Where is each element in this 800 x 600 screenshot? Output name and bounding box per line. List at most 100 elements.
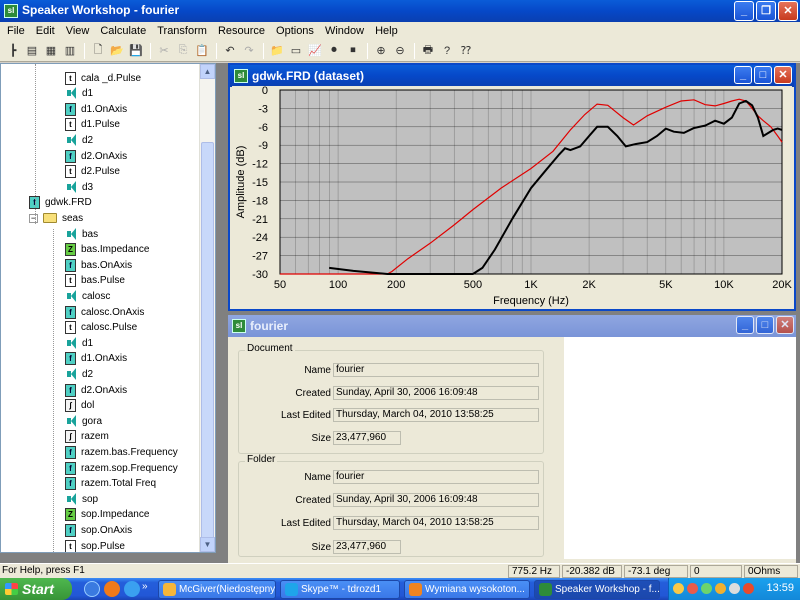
help-icon[interactable]: ? [438, 42, 456, 60]
paste-icon[interactable]: 📋 [193, 42, 211, 60]
open-resource-icon[interactable]: 📁 [268, 42, 286, 60]
save-icon[interactable]: 💾 [127, 42, 145, 60]
info-maximize-button[interactable]: □ [756, 316, 774, 334]
folder-name-field[interactable]: fourier [333, 470, 539, 484]
tree-item[interactable]: t cala _d.Pulse [65, 70, 141, 86]
zoom-in-icon[interactable]: ⊕ [372, 42, 390, 60]
graph-icon[interactable]: 📈 [306, 42, 324, 60]
info-window-title-bar[interactable]: sl fourier _ □ ✕ [228, 315, 796, 337]
info-window-icon[interactable]: sl [232, 319, 246, 333]
menu-window[interactable]: Window [320, 25, 370, 37]
frequency-chart[interactable]: 50 100 200 500 1K 2K 5K 10K 20K 0 -3 -6 -9 -12 -15 -18 -… [232, 85, 792, 308]
folder-edited-field[interactable]: Thursday, March 04, 2010 13:58:25 [333, 516, 539, 530]
print-icon[interactable]: 🖶 [419, 42, 437, 60]
task-skype[interactable]: Skype™ - tdrozd1 [280, 580, 400, 599]
tree-item[interactable]: t calosc.Pulse [65, 320, 137, 336]
tree-item[interactable]: d1 [65, 86, 93, 102]
tree-item[interactable]: f calosc.OnAxis [65, 304, 144, 320]
browser-quicklaunch-icon[interactable] [124, 581, 140, 597]
copy-icon[interactable]: ⎘ [174, 42, 192, 60]
app-title-bar[interactable]: sl Speaker Workshop - fourier _ ❐ ✕ [0, 0, 800, 22]
tree-item[interactable]: f bas.OnAxis [65, 257, 132, 273]
tree-item[interactable]: f razem.Total Freq [65, 476, 156, 492]
undo-icon[interactable]: ↶ [221, 42, 239, 60]
menu-calculate[interactable]: Calculate [95, 25, 152, 37]
tree-item[interactable]: Zsop.Impedance [65, 507, 149, 523]
menu-transform[interactable]: Transform [152, 25, 213, 37]
tree-item[interactable]: − seas [29, 210, 83, 226]
tree-item[interactable]: f sop.OnAxis [65, 522, 132, 538]
document-edited-field[interactable]: Thursday, March 04, 2010 13:58:25 [333, 408, 539, 422]
grid-view-icon[interactable]: ▥ [61, 42, 79, 60]
tree-item[interactable]: Zbas.Impedance [65, 242, 149, 258]
tree-item[interactable]: bas [65, 226, 98, 242]
tree-item[interactable]: calosc [65, 288, 110, 304]
tree-item[interactable]: t sop.Pulse [65, 538, 125, 552]
stop-icon[interactable]: ⏹ [344, 42, 362, 60]
start-button[interactable]: Start [0, 578, 72, 600]
scroll-down-arrow[interactable]: ▼ [200, 537, 215, 552]
tray-antivirus-icon[interactable] [687, 583, 698, 594]
collapse-icon[interactable]: − [29, 213, 38, 223]
tree-item[interactable]: t bas.Pulse [65, 273, 125, 289]
details-view-icon[interactable]: ▦ [42, 42, 60, 60]
document-created-field[interactable]: Sunday, April 30, 2006 16:09:48 [333, 386, 539, 400]
redo-icon[interactable]: ↷ [240, 42, 258, 60]
quicklaunch-more-icon[interactable]: » [142, 581, 150, 597]
tray-network-icon[interactable] [701, 583, 712, 594]
record-icon[interactable]: ⏺ [325, 42, 343, 60]
resource-tree[interactable]: t cala _d.Pulse d1 f d1.OnAxis t d1.Pulse d2 f d2… [0, 63, 216, 553]
tree-item[interactable]: f razem.sop.Frequency [65, 460, 178, 476]
chart-window-icon[interactable]: sl [234, 69, 248, 83]
tree-item[interactable]: f gdwk.FRD [29, 195, 92, 211]
tree-item[interactable]: ʃ dol [65, 398, 94, 414]
tree-item[interactable]: sop [65, 491, 98, 507]
tray-volume-icon[interactable] [729, 583, 740, 594]
chart-window-title-bar[interactable]: sl gdwk.FRD (dataset) _ □ ✕ [230, 65, 794, 87]
menu-resource[interactable]: Resource [213, 25, 271, 37]
tree-item[interactable]: gora [65, 413, 102, 429]
tray-skype-icon[interactable] [673, 583, 684, 594]
chart-maximize-button[interactable]: □ [754, 66, 772, 84]
tree-item[interactable]: f d2.OnAxis [65, 382, 127, 398]
folder-size-field[interactable]: 23,477,960 [333, 540, 401, 554]
context-help-icon[interactable]: ⁇ [457, 42, 475, 60]
task-mcgiver[interactable]: McGiver(Niedostępny... [158, 580, 276, 599]
open-folder-icon[interactable]: 📂 [108, 42, 126, 60]
tree-view-icon[interactable]: ┣ [4, 42, 22, 60]
tree-item[interactable]: ʃ razem [65, 429, 109, 445]
tree-item[interactable]: f razem.bas.Frequency [65, 444, 178, 460]
menu-edit[interactable]: Edit [31, 25, 61, 37]
scroll-thumb[interactable] [201, 142, 214, 552]
menu-help[interactable]: Help [370, 25, 404, 37]
close-button[interactable]: ✕ [778, 1, 798, 21]
scroll-up-arrow[interactable]: ▲ [200, 64, 215, 79]
firefox-quicklaunch-icon[interactable] [104, 581, 120, 597]
tree-item[interactable]: f d2.OnAxis [65, 148, 127, 164]
list-view-icon[interactable]: ▤ [23, 42, 41, 60]
new-file-icon[interactable]: 🗋 [89, 42, 107, 60]
info-minimize-button[interactable]: _ [736, 316, 754, 334]
chart-close-button[interactable]: ✕ [774, 66, 792, 84]
tree-item[interactable]: d1 [65, 335, 93, 351]
zoom-out-icon[interactable]: ⊖ [391, 42, 409, 60]
cut-icon[interactable]: ✂ [155, 42, 173, 60]
tray-security-icon[interactable] [743, 583, 754, 594]
menu-view[interactable]: View [61, 25, 96, 37]
task-firefox[interactable]: Wymiana wysokoton... [404, 580, 530, 599]
maximize-button[interactable]: ❐ [756, 1, 776, 21]
tree-item[interactable]: t d1.Pulse [65, 117, 120, 133]
document-name-field[interactable]: fourier [333, 363, 539, 377]
app-icon[interactable]: sl [4, 4, 18, 18]
tree-item[interactable]: d2 [65, 132, 93, 148]
folder-created-field[interactable]: Sunday, April 30, 2006 16:09:48 [333, 493, 539, 507]
document-size-field[interactable]: 23,477,960 [333, 431, 401, 445]
tree-item[interactable]: t d2.Pulse [65, 164, 120, 180]
tree-item[interactable]: f d1.OnAxis [65, 351, 127, 367]
tree-scrollbar[interactable]: ▲ ▼ [199, 64, 215, 552]
tree-item[interactable]: f d1.OnAxis [65, 101, 127, 117]
tree-item[interactable]: d3 [65, 179, 93, 195]
chart-minimize-button[interactable]: _ [734, 66, 752, 84]
menu-file[interactable]: File [2, 25, 31, 37]
tree-item[interactable]: d2 [65, 366, 93, 382]
